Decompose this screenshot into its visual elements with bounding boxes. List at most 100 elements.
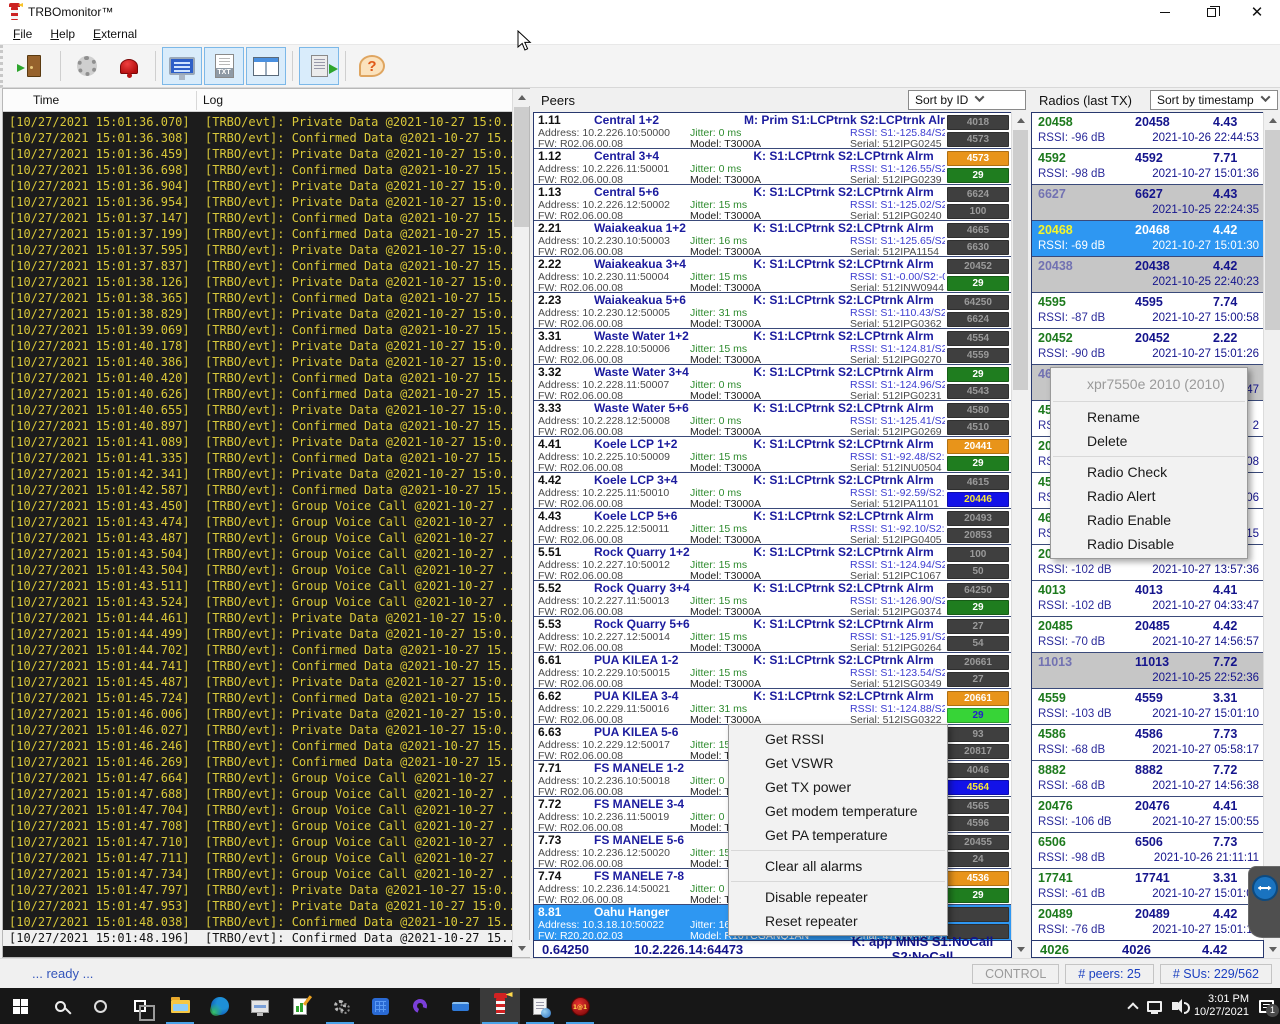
menu-help[interactable]: Help	[41, 25, 84, 43]
taskbar-report-app-button[interactable]	[520, 988, 560, 1024]
taskbar-file-explorer-button[interactable]	[160, 988, 200, 1024]
text-log-button[interactable]	[204, 47, 244, 85]
log-entry[interactable]: [10/27/2021 15:01:47.708][TRBO/evt]: Gro…	[3, 818, 512, 834]
radios-scrollbar[interactable]	[1263, 112, 1280, 958]
help-button[interactable]	[352, 47, 392, 85]
peer-row[interactable]: 6.62PUA KILEA 3-4K: S1:LCPtrnk S2:LCPtrn…	[534, 689, 1011, 725]
log-entry[interactable]: [10/27/2021 15:01:46.006][TRBO/evt]: Pri…	[3, 706, 512, 722]
log-entry[interactable]: [10/27/2021 15:01:47.797][TRBO/evt]: Pri…	[3, 882, 512, 898]
log-entry[interactable]: [10/27/2021 15:01:47.953][TRBO/evt]: Pri…	[3, 898, 512, 914]
radio-row[interactable]: 459245927.71RSSI: -98 dB2021-10-27 15:01…	[1032, 149, 1263, 185]
split-view-button[interactable]	[246, 47, 286, 85]
peer-row[interactable]: 5.53Rock Quarry 5+6K: S1:LCPtrnk S2:LCPt…	[534, 617, 1011, 653]
peer-row[interactable]: 4.41Koele LCP 1+2K: S1:LCPtrnk S2:LCPtrn…	[534, 437, 1011, 473]
log-entry[interactable]: [10/27/2021 15:01:38.126][TRBO/evt]: Pri…	[3, 274, 512, 290]
log-entry[interactable]: [10/27/2021 15:01:46.269][TRBO/evt]: Con…	[3, 754, 512, 770]
radio-row[interactable]: 888288827.72RSSI: -68 dB2021-10-27 14:56…	[1032, 761, 1263, 797]
menu-item-radio-check[interactable]: Radio Check	[1051, 460, 1247, 484]
log-entry[interactable]: [10/27/2021 15:01:40.386][TRBO/evt]: Pri…	[3, 354, 512, 370]
radio-row[interactable]: 459545957.74RSSI: -87 dB2021-10-27 15:00…	[1032, 293, 1263, 329]
log-entry[interactable]: [10/27/2021 15:01:47.664][TRBO/evt]: Gro…	[3, 770, 512, 786]
log-entry[interactable]: [10/27/2021 15:01:39.069][TRBO/evt]: Con…	[3, 322, 512, 338]
radio-row[interactable]: 650665067.73RSSI: -98 dB2021-10-26 21:11…	[1032, 833, 1263, 869]
radios-sort-dropdown[interactable]: Sort by timestamp	[1150, 90, 1278, 110]
menu-item-reset-repeater[interactable]: Reset repeater	[729, 909, 947, 933]
peer-row[interactable]: 6.61PUA KILEA 1-2K: S1:LCPtrnk S2:LCPtrn…	[534, 653, 1011, 689]
minimize-button[interactable]	[1142, 0, 1188, 24]
peer-row[interactable]: 1.12Central 3+4K: S1:LCPtrnk S2:LCPtrnk …	[534, 149, 1011, 185]
menu-item-get-pa-temperature[interactable]: Get PA temperature	[729, 823, 947, 847]
tray-network-icon[interactable]	[1147, 1001, 1162, 1012]
taskbar-settings-gears-app-button[interactable]	[320, 988, 360, 1024]
log-entry[interactable]: [10/27/2021 15:01:40.626][TRBO/evt]: Con…	[3, 386, 512, 402]
radio-row[interactable]: 20452204522.22RSSI: -90 dB2021-10-27 15:…	[1032, 329, 1263, 365]
taskbar-system-monitor-app-button[interactable]	[240, 988, 280, 1024]
peer-row[interactable]: 3.31Waste Water 1+2K: S1:LCPtrnk S2:LCPt…	[534, 329, 1011, 365]
log-scrollbar[interactable]	[512, 89, 529, 957]
log-entry[interactable]: [10/27/2021 15:01:43.504][TRBO/evt]: Gro…	[3, 546, 512, 562]
peer-row[interactable]: 3.33Waste Water 5+6K: S1:LCPtrnk S2:LCPt…	[534, 401, 1011, 437]
peer-row[interactable]: 4.42Koele LCP 3+4K: S1:LCPtrnk S2:LCPtrn…	[534, 473, 1011, 509]
menu-item-radio-alert[interactable]: Radio Alert	[1051, 484, 1247, 508]
log-entry[interactable]: [10/27/2021 15:01:47.734][TRBO/evt]: Gro…	[3, 866, 512, 882]
log-entry[interactable]: [10/27/2021 15:01:37.595][TRBO/evt]: Pri…	[3, 242, 512, 258]
log-entry[interactable]: [10/27/2021 15:01:40.897][TRBO/evt]: Con…	[3, 418, 512, 434]
radio-row[interactable]: 20485204854.42RSSI: -70 dB2021-10-27 14:…	[1032, 617, 1263, 653]
restore-button[interactable]	[1188, 0, 1234, 24]
log-entry[interactable]: [10/27/2021 15:01:36.070][TRBO/evt]: Pri…	[3, 114, 512, 130]
log-entry[interactable]: [10/27/2021 15:01:47.711][TRBO/evt]: Gro…	[3, 850, 512, 866]
peers-scroll-thumb[interactable]	[1013, 130, 1028, 390]
log-entry[interactable]: [10/27/2021 15:01:44.499][TRBO/evt]: Pri…	[3, 626, 512, 642]
peer-row[interactable]: 4.43Koele LCP 5+6K: S1:LCPtrnk S2:LCPtrn…	[534, 509, 1011, 545]
radio-row[interactable]: 458645867.73RSSI: -68 dB2021-10-27 05:58…	[1032, 725, 1263, 761]
log-scroll-thumb[interactable]	[514, 107, 529, 227]
exit-button[interactable]	[14, 47, 54, 85]
radio-row[interactable]: 20458204584.43RSSI: -96 dB2021-10-26 22:…	[1032, 113, 1263, 149]
taskbar-radio-app-button[interactable]	[360, 988, 400, 1024]
peers-footer-row[interactable]: 0.64250 10.2.226.14:64473 K: app MNIS S1…	[533, 940, 1012, 958]
settings-button[interactable]	[67, 47, 107, 85]
radio-row[interactable]: 17741177413.31RSSI: -61 dB2021-10-27 15:…	[1032, 869, 1263, 905]
log-entry[interactable]: [10/27/2021 15:01:37.147][TRBO/evt]: Con…	[3, 210, 512, 226]
log-entry[interactable]: [10/27/2021 15:01:48.038][TRBO/evt]: Con…	[3, 914, 512, 930]
log-entry[interactable]: [10/27/2021 15:01:43.487][TRBO/evt]: Gro…	[3, 530, 512, 546]
menu-item-rename[interactable]: Rename	[1051, 405, 1247, 429]
taskbar-log-chart-app-button[interactable]	[280, 988, 320, 1024]
log-entry[interactable]: [10/27/2021 15:01:40.178][TRBO/evt]: Pri…	[3, 338, 512, 354]
peer-row[interactable]: 2.23Waiakeakua 5+6K: S1:LCPtrnk S2:LCPtr…	[534, 293, 1011, 329]
notification-center-icon[interactable]: 1	[1259, 1000, 1274, 1013]
log-entry[interactable]: [10/27/2021 15:01:36.954][TRBO/evt]: Pri…	[3, 194, 512, 210]
log-entry[interactable]: [10/27/2021 15:01:36.698][TRBO/evt]: Con…	[3, 162, 512, 178]
log-entry[interactable]: [10/27/2021 15:01:38.829][TRBO/evt]: Pri…	[3, 306, 512, 322]
taskbar-headset-app-button[interactable]	[400, 988, 440, 1024]
log-entry[interactable]: [10/27/2021 15:01:36.904][TRBO/evt]: Pri…	[3, 178, 512, 194]
menu-external[interactable]: External	[84, 25, 146, 43]
radio-row[interactable]: 662766274.432021-10-25 22:24:35	[1032, 185, 1263, 221]
taskbar-alarm-one-at-one-app-button[interactable]	[560, 988, 600, 1024]
log-entry[interactable]: [10/27/2021 15:01:46.027][TRBO/evt]: Pri…	[3, 722, 512, 738]
menu-item-disable-repeater[interactable]: Disable repeater	[729, 885, 947, 909]
radio-row[interactable]: 20476204764.41RSSI: -106 dB2021-10-27 15…	[1032, 797, 1263, 833]
tray-chevron-up-icon[interactable]	[1127, 1002, 1138, 1013]
scroll-up-icon[interactable]	[513, 89, 530, 106]
peer-row[interactable]: 5.52Rock Quarry 3+4K: S1:LCPtrnk S2:LCPt…	[534, 581, 1011, 617]
monitor-log-button[interactable]	[162, 47, 202, 85]
peer-row[interactable]: 1.11Central 1+2M: Prim S1:LCPtrnk S2:LCP…	[534, 113, 1011, 149]
peers-scrollbar[interactable]	[1011, 112, 1028, 958]
menu-item-clear-all-alarms[interactable]: Clear all alarms	[729, 854, 947, 878]
log-entry[interactable]: [10/27/2021 15:01:43.450][TRBO/evt]: Gro…	[3, 498, 512, 514]
radio-row[interactable]: 20468204684.42RSSI: -69 dB2021-10-27 15:…	[1032, 221, 1263, 257]
taskbar-edge-browser-button[interactable]	[200, 988, 240, 1024]
teamviewer-sidebar-tab[interactable]	[1248, 866, 1280, 938]
log-entry[interactable]: [10/27/2021 15:01:44.702][TRBO/evt]: Con…	[3, 642, 512, 658]
peer-row[interactable]: 1.13Central 5+6K: S1:LCPtrnk S2:LCPtrnk …	[534, 185, 1011, 221]
taskbar-trbomonitor-app-button[interactable]	[480, 988, 520, 1024]
log-entry[interactable]: [10/27/2021 15:01:45.724][TRBO/evt]: Con…	[3, 690, 512, 706]
log-entry[interactable]: [10/27/2021 15:01:43.474][TRBO/evt]: Gro…	[3, 514, 512, 530]
peer-row[interactable]: 3.32Waste Water 3+4K: S1:LCPtrnk S2:LCPt…	[534, 365, 1011, 401]
log-entry[interactable]: [10/27/2021 15:01:44.741][TRBO/evt]: Con…	[3, 658, 512, 674]
radios-footer-row[interactable]: 4026 4026 4.42	[1031, 940, 1264, 958]
taskbar-search-button[interactable]	[40, 988, 80, 1024]
radio-row[interactable]: 455945593.31RSSI: -103 dB2021-10-27 15:0…	[1032, 689, 1263, 725]
radio-row[interactable]: 11013110137.722021-10-25 22:52:36	[1032, 653, 1263, 689]
